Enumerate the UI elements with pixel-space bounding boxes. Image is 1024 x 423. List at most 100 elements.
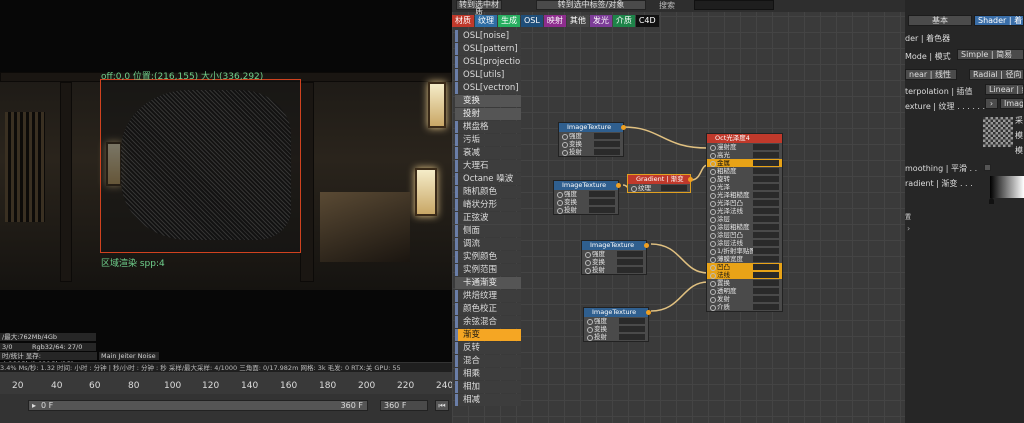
- smoothing-checkbox[interactable]: [984, 164, 991, 171]
- node-title[interactable]: Oct光泽度4: [707, 134, 782, 143]
- go-to-start-icon[interactable]: ⏮: [435, 400, 449, 411]
- output-port[interactable]: [621, 125, 626, 130]
- node-input[interactable]: 变换: [554, 198, 618, 206]
- gradient-node[interactable]: Gradient | 渐变 纹理: [627, 174, 693, 193]
- node-input[interactable]: 变换: [584, 325, 648, 333]
- material-input[interactable]: 漫射度: [707, 143, 782, 151]
- texture-label: exture | 纹理 . . . . . . .: [905, 102, 991, 111]
- material-input[interactable]: 涂层粗糙度: [707, 223, 782, 231]
- stat-vram: 时/统计 显存: 4.866Gb/1.029Gb/8Gb: [0, 352, 97, 368]
- render-viewport[interactable]: off:0,0 位置:(216,155) 大小(336,292) 区域渲染 sp…: [0, 0, 452, 362]
- linear-button[interactable]: near | 线性: [905, 69, 957, 80]
- stat-rgb: Rgb32/64: 27/0: [30, 343, 96, 351]
- texture-button[interactable]: Imag: [1000, 98, 1024, 109]
- render-lantern: [415, 168, 437, 216]
- material-input[interactable]: 高光: [707, 151, 782, 159]
- stat-pass: Main Jeiter Noise: [99, 352, 159, 360]
- tick-label: 80: [128, 381, 140, 391]
- node-title[interactable]: ImageTexture: [582, 241, 646, 250]
- tick-label: 140: [241, 381, 259, 391]
- material-input[interactable]: 粗糙度: [707, 167, 782, 175]
- interp-dropdown[interactable]: Linear | 线: [985, 84, 1024, 95]
- node-input[interactable]: 变换: [582, 258, 646, 266]
- material-input[interactable]: 涂层: [707, 215, 782, 223]
- material-input[interactable]: 光泽粗糙度: [707, 191, 782, 199]
- node-input[interactable]: 变换: [559, 140, 623, 148]
- interp-label: terpolation | 插值: [905, 87, 973, 96]
- mode-dropdown[interactable]: Simple | 简易: [957, 49, 1024, 60]
- material-input[interactable]: 薄膜宽度: [707, 255, 782, 263]
- tick-label: 40: [51, 381, 63, 391]
- timeline-ruler[interactable]: 20 40 60 80 100 120 140 160 180 200 220 …: [0, 372, 454, 394]
- node-input[interactable]: 强度: [584, 317, 648, 325]
- node-title[interactable]: ImageTexture: [584, 308, 648, 317]
- material-input[interactable]: 凹凸: [707, 263, 782, 271]
- material-input[interactable]: 涂层凹凸: [707, 231, 782, 239]
- tick-label: 200: [358, 381, 376, 391]
- output-port[interactable]: [616, 183, 621, 188]
- radial-button[interactable]: Radial | 径向: [969, 69, 1024, 80]
- texture-arrow-icon[interactable]: ›: [985, 98, 998, 109]
- frame-end: 360 F: [340, 401, 363, 410]
- material-input[interactable]: 发射: [707, 295, 782, 303]
- material-input[interactable]: 透明度: [707, 287, 782, 295]
- node-title[interactable]: ImageTexture: [554, 181, 618, 190]
- node-title[interactable]: ImageTexture: [559, 123, 623, 132]
- gradient-knot-icon[interactable]: [989, 198, 994, 204]
- material-input[interactable]: 旋转: [707, 175, 782, 183]
- material-input[interactable]: 涂层法线: [707, 239, 782, 247]
- node-input[interactable]: 投射: [559, 148, 623, 156]
- small-label: 置: [905, 214, 912, 221]
- render-window-grid: [5, 112, 45, 222]
- timeline[interactable]: 20 40 60 80 100 120 140 160 180 200 220 …: [0, 372, 454, 423]
- image-texture-node-1[interactable]: ImageTexture 强度 变换 投射: [558, 122, 626, 157]
- gradient-ramp[interactable]: [990, 176, 1024, 198]
- output-port[interactable]: [688, 177, 693, 182]
- node-input[interactable]: 强度: [582, 250, 646, 258]
- stat-count: 3/0: [0, 343, 30, 351]
- frame-start: 0 F: [41, 401, 54, 410]
- material-input[interactable]: 置换: [707, 279, 782, 287]
- chevron-icon[interactable]: ›: [907, 224, 910, 233]
- material-input[interactable]: 金属: [707, 159, 782, 167]
- node-input[interactable]: 纹理: [628, 184, 690, 192]
- image-texture-node-3[interactable]: ImageTexture 强度 变换 投射: [581, 240, 649, 275]
- side-label: 采: [1015, 116, 1023, 125]
- output-port[interactable]: [646, 310, 651, 315]
- region-render-box[interactable]: [100, 79, 301, 253]
- node-wires: [622, 126, 709, 312]
- region-render-label: 区域渲染 spp:4: [101, 259, 165, 269]
- image-texture-node-2[interactable]: ImageTexture 强度 变换 投射: [553, 180, 621, 215]
- attribute-panel: 基本 Shader | 着色 der | 着色器 Mode | 模式 Simpl…: [905, 0, 1024, 423]
- node-input[interactable]: 投射: [554, 206, 618, 214]
- render-floor: [320, 192, 410, 262]
- wire: [650, 243, 709, 274]
- smoothing-label: moothing | 平滑 . .: [905, 164, 978, 173]
- image-texture-node-4[interactable]: ImageTexture 强度 变换 投射: [583, 307, 651, 342]
- frame-range-slider[interactable]: ▸ 0 F 360 F: [28, 400, 368, 411]
- render-beam: [60, 82, 72, 282]
- tick-label: 180: [319, 381, 337, 391]
- node-input[interactable]: 投射: [584, 333, 648, 341]
- tab-basic[interactable]: 基本: [908, 15, 972, 26]
- frame-end-field[interactable]: 360 F: [380, 400, 428, 411]
- wire: [622, 126, 709, 149]
- material-input[interactable]: 1/折射率贴图: [707, 247, 782, 255]
- glossy-material-node[interactable]: Oct光泽度4 漫射度 高光 金属 粗糙度 旋转 光泽 光泽粗糙度 光泽凹凸 光泽法线 涂层 涂层粗…: [706, 133, 783, 312]
- material-input[interactable]: 光泽法线: [707, 207, 782, 215]
- tab-shader[interactable]: Shader | 着色: [974, 15, 1024, 26]
- node-title[interactable]: Gradient | 渐变: [628, 175, 690, 184]
- node-input[interactable]: 强度: [554, 190, 618, 198]
- region-info-label: off:0,0 位置:(216,155) 大小(336,292): [101, 72, 264, 82]
- gradient-label: radient | 渐变 . . .: [905, 179, 973, 188]
- material-input[interactable]: 光泽凹凸: [707, 199, 782, 207]
- node-input[interactable]: 强度: [559, 132, 623, 140]
- tick-label: 240: [436, 381, 454, 391]
- output-port[interactable]: [644, 243, 649, 248]
- side-label: 模: [1015, 146, 1023, 155]
- render-noise: [121, 90, 291, 240]
- material-input[interactable]: 介质: [707, 303, 782, 311]
- material-input[interactable]: 光泽: [707, 183, 782, 191]
- node-input[interactable]: 投射: [582, 266, 646, 274]
- material-input[interactable]: 法线: [707, 271, 782, 279]
